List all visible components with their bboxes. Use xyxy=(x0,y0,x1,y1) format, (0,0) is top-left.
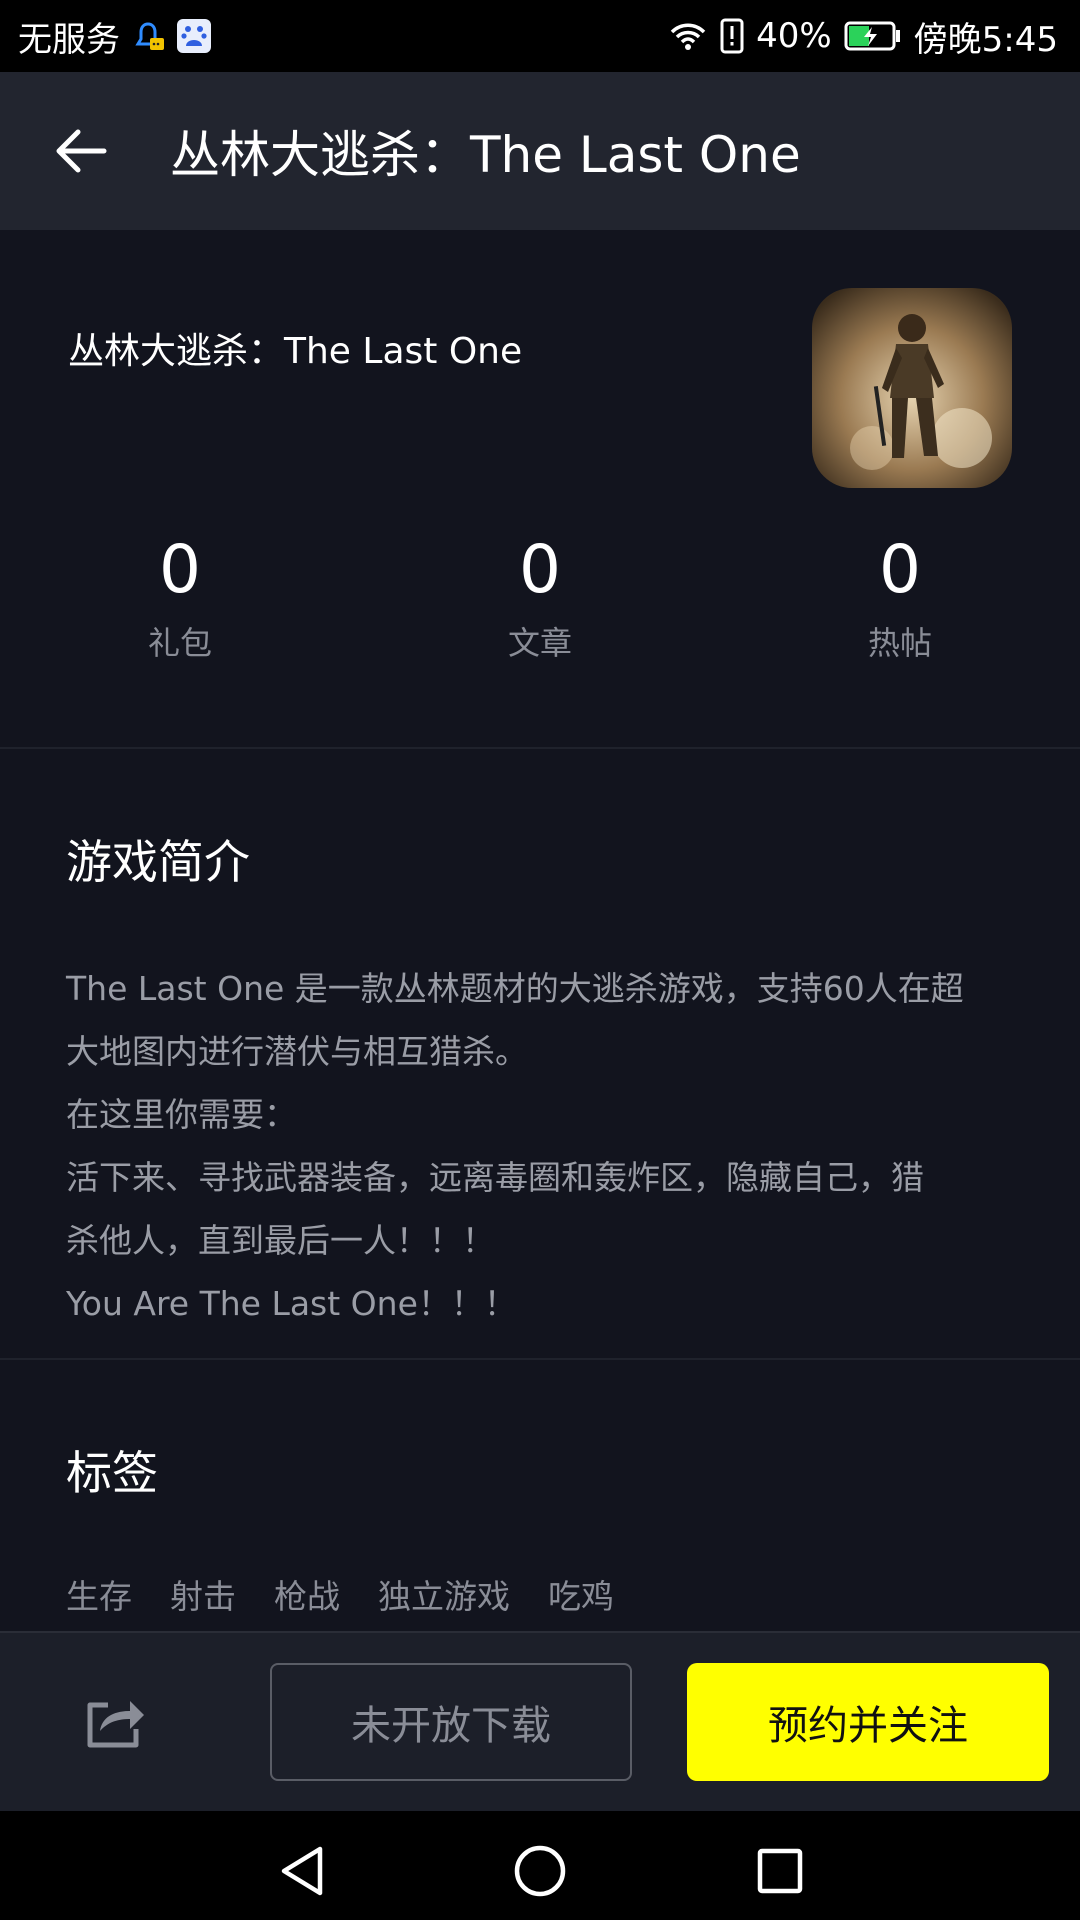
tag-item[interactable]: 射击 xyxy=(170,1570,236,1618)
intro-title: 游戏简介 xyxy=(66,835,250,889)
carrier-text: 无服务 xyxy=(18,19,120,60)
back-triangle-icon[interactable] xyxy=(272,1841,332,1901)
stat-label: 礼包 xyxy=(147,624,212,662)
recents-square-icon[interactable] xyxy=(750,1841,810,1901)
soldier-game-icon xyxy=(812,288,1012,488)
alert-icon xyxy=(720,18,744,54)
status-right: 40% 傍晚5:45 xyxy=(668,12,1058,61)
intro-line: You Are The Last One！！！ xyxy=(66,1284,517,1323)
app-bar: 丛林大逃杀：The Last One xyxy=(0,72,1080,230)
download-button[interactable]: 未开放下载 xyxy=(270,1663,632,1781)
action-bar: 未开放下载 预约并关注 xyxy=(0,1631,1080,1811)
intro-line: The Last One 是一款丛林题材的大逃杀游戏，支持60人在超 xyxy=(66,969,964,1008)
intro-line: 在这里你需要： xyxy=(66,1095,297,1134)
share-button[interactable] xyxy=(84,1691,152,1755)
battery-charging-icon xyxy=(844,21,902,51)
arrow-left-icon xyxy=(54,128,108,174)
stat-hot-posts[interactable]: 0 热帖 xyxy=(780,530,1020,668)
stats-row: 0 礼包 0 文章 0 热帖 xyxy=(0,530,1080,662)
stat-label: 热帖 xyxy=(867,624,932,662)
divider xyxy=(0,1358,1080,1360)
tag-item[interactable]: 吃鸡 xyxy=(548,1570,614,1618)
baidu-icon xyxy=(176,18,212,54)
tag-item[interactable]: 独立游戏 xyxy=(378,1570,510,1618)
divider xyxy=(0,747,1080,749)
game-header: 丛林大逃杀：The Last One 0 礼包 0 文章 0 热帖 xyxy=(0,230,1080,748)
tag-item[interactable]: 生存 xyxy=(66,1570,132,1618)
tag-item[interactable]: 枪战 xyxy=(274,1570,340,1618)
share-icon xyxy=(84,1691,152,1751)
intro-line: 杀他人，直到最后一人！！！ xyxy=(66,1221,495,1260)
tag-list: 生存 射击 枪战 独立游戏 吃鸡 xyxy=(66,1570,614,1618)
intro-text: The Last One 是一款丛林题材的大逃杀游戏，支持60人在超 大地图内进… xyxy=(66,957,1026,1335)
stat-value: 0 xyxy=(519,531,561,608)
status-left: 无服务 xyxy=(18,12,212,61)
wifi-icon xyxy=(668,19,708,53)
clock: 傍晚5:45 xyxy=(913,19,1058,60)
stat-label: 文章 xyxy=(507,624,572,662)
stat-articles[interactable]: 0 文章 xyxy=(420,530,660,668)
intro-line: 大地图内进行潜伏与相互猎杀。 xyxy=(66,1032,528,1071)
stat-value: 0 xyxy=(879,531,921,608)
home-circle-icon[interactable] xyxy=(510,1841,570,1901)
reserve-follow-button[interactable]: 预约并关注 xyxy=(687,1663,1049,1781)
game-name: 丛林大逃杀：The Last One xyxy=(68,331,523,372)
status-bar: 无服务 40% 傍晚5:45 xyxy=(0,0,1080,72)
intro-line: 活下来、寻找武器装备，远离毒圈和轰炸区，隐藏自己，猎 xyxy=(66,1158,924,1197)
tags-title: 标签 xyxy=(66,1446,158,1500)
notification-icon xyxy=(130,18,166,54)
system-nav-bar xyxy=(0,1811,1080,1920)
page-title: 丛林大逃杀：The Last One xyxy=(170,126,801,184)
back-button[interactable] xyxy=(0,72,170,230)
stat-gifts[interactable]: 0 礼包 xyxy=(60,530,300,668)
battery-percent: 40% xyxy=(756,16,832,56)
stat-value: 0 xyxy=(159,531,201,608)
